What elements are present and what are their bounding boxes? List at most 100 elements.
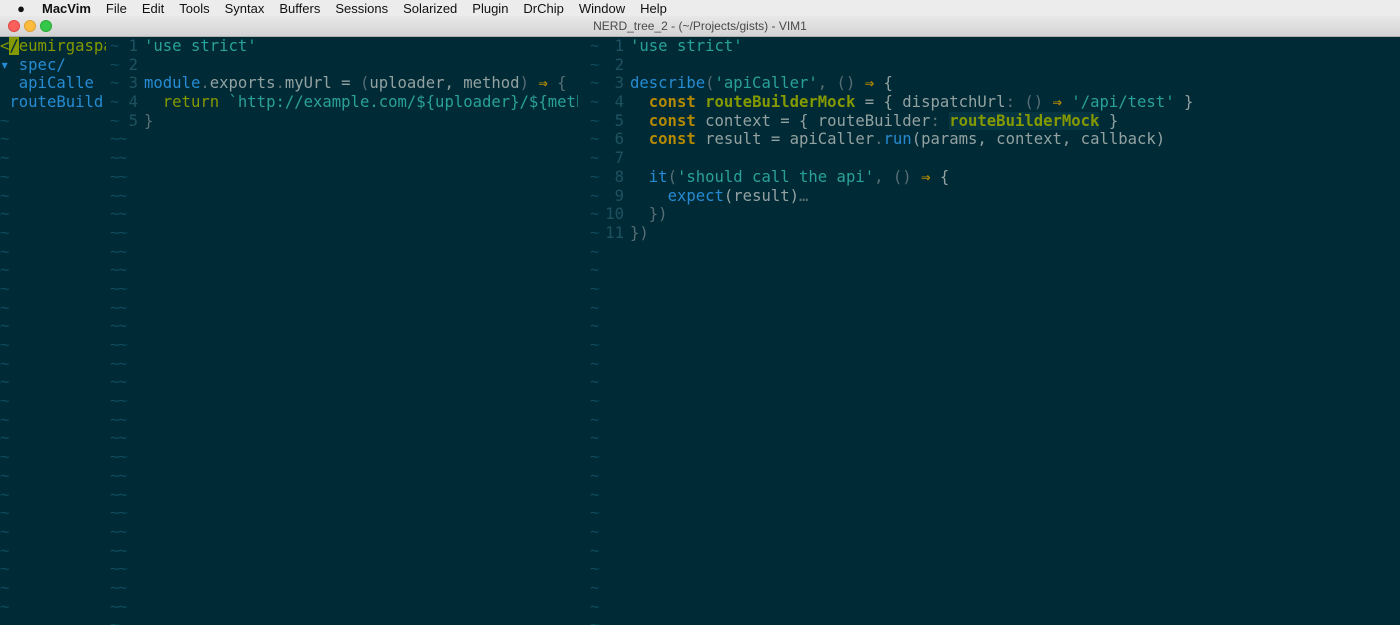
code-token: const — [648, 130, 696, 149]
nerd-tree-dir-spec[interactable]: ▾ spec/ — [0, 56, 106, 75]
code-token: ( — [359, 74, 370, 93]
window-minimize-button[interactable] — [24, 20, 36, 32]
menu-tools[interactable]: Tools — [179, 1, 209, 16]
code-line: 1 'use strict' — [118, 37, 578, 56]
empty-line-tilde: ~ — [590, 597, 600, 616]
code-line: 3 module.exports.myUrl = (uploader, metho… — [118, 74, 578, 93]
menu-file[interactable]: File — [106, 1, 127, 16]
empty-line-tilde: ~ — [0, 597, 10, 616]
code-token: routeBuilderMock — [949, 111, 1100, 130]
empty-line-tilde: ~ — [590, 466, 600, 485]
empty-line-tilde: ~ — [0, 448, 10, 467]
code-line: 9 expect(result)… — [604, 187, 1400, 206]
menu-edit[interactable]: Edit — [142, 1, 164, 16]
code-token: run — [883, 130, 912, 149]
code-token: ) — [519, 74, 529, 93]
menu-buffers[interactable]: Buffers — [279, 1, 320, 16]
code-token: '/api/test' — [1061, 93, 1175, 112]
line-number: 5 — [614, 111, 624, 130]
empty-line-tilde: ~ — [590, 298, 600, 317]
empty-line-tilde: ~ — [590, 522, 600, 541]
code-line: 11}) — [604, 224, 1400, 243]
menu-sessions[interactable]: Sessions — [335, 1, 388, 16]
nerd-tree-empty-lines: ~ ~ ~ ~ ~ ~ ~ ~ ~ ~ ~ ~ ~ ~ ~ ~ ~ ~ ~ ~ ~ ~ ~ ~ ~ ~ ~ — [0, 112, 106, 617]
window-close-button[interactable] — [8, 20, 20, 32]
window-titlebar: NERD_tree_2 - (~/Projects/gists) - VIM1 — [0, 16, 1400, 37]
empty-line-tilde: ~ — [0, 261, 10, 280]
code-token: ( — [705, 74, 715, 93]
code-token: , () — [817, 74, 865, 93]
code-token: result = apiCaller — [695, 130, 875, 149]
nerd-tree-pane[interactable]: </eumirgaspa ▾ spec/ apiCalle routeBuild… — [0, 37, 106, 625]
empty-line-tilde: ~ — [590, 448, 600, 467]
code-token: = { — [855, 93, 903, 112]
code-pane-left[interactable]: 1'use strict' 2 3 module.exports.myUrl = … — [118, 37, 578, 625]
split-separator[interactable]: ~~~~~~~~~~~~~~~~~~~~~~~~~~~~~~~~ — [590, 37, 600, 625]
code-pane-right[interactable]: 1'use strict' 2 3 describe('apiCaller', (… — [604, 37, 1400, 625]
window-zoom-button[interactable] — [40, 20, 52, 32]
code-token: const — [648, 111, 696, 130]
code-token: (params, context, callback) — [911, 130, 1166, 149]
empty-line-tilde: ~ — [0, 205, 10, 224]
code-line: 2 — [118, 56, 578, 75]
code-line: 5} — [118, 112, 578, 131]
code-token: } — [1099, 111, 1119, 130]
apple-menu-icon[interactable]: ● — [0, 1, 42, 16]
code-token: routeBuilderMock — [705, 93, 856, 112]
empty-line-tilde: ~ — [0, 336, 10, 354]
code-line: 4 return `http://example.com/${uploader}… — [118, 93, 578, 112]
code-token: . — [275, 74, 285, 93]
empty-line-tilde: ~ — [118, 597, 128, 616]
empty-line-tilde: ~ — [590, 93, 600, 112]
menu-app-name[interactable]: MacVim — [42, 1, 91, 16]
menu-syntax[interactable]: Syntax — [225, 1, 265, 16]
empty-line-tilde: ~ — [0, 130, 10, 149]
code-token: : — [930, 111, 950, 130]
code-fold-indicator[interactable]: … — [799, 187, 808, 205]
code-token: describe — [630, 74, 706, 93]
empty-line-tilde: ~ — [590, 336, 600, 354]
empty-line-tilde: ~ — [0, 522, 10, 541]
menu-drchip[interactable]: DrChip — [523, 1, 563, 16]
empty-line-tilde: ~ — [590, 186, 600, 205]
code-token: dispatchUrl — [902, 93, 1006, 112]
empty-line-tilde: ~ — [0, 541, 10, 560]
line-number: 3 — [614, 74, 624, 93]
code-token: { — [557, 74, 567, 93]
line-number: 4 — [614, 93, 624, 112]
menu-plugin[interactable]: Plugin — [472, 1, 508, 16]
nerd-tree-file-routebuilder[interactable]: routeBuild — [0, 93, 106, 112]
code-token: . — [200, 74, 210, 93]
menu-window[interactable]: Window — [579, 1, 625, 16]
empty-line-tilde: ~ — [118, 522, 128, 541]
empty-line-tilde: ~ — [0, 298, 10, 317]
line-number: 4 — [128, 93, 138, 112]
code-token: { — [930, 167, 950, 186]
code-token: (result) — [723, 186, 800, 205]
vim-editor[interactable]: </eumirgaspa ▾ spec/ apiCalle routeBuild… — [0, 37, 1400, 625]
empty-line-tilde: ~ — [0, 410, 10, 429]
menu-help[interactable]: Help — [640, 1, 667, 16]
nerd-tree-file-apicaller[interactable]: apiCalle — [0, 74, 106, 93]
empty-line-tilde: ~ — [590, 541, 600, 560]
code-token: . — [874, 130, 884, 149]
menu-solarized[interactable]: Solarized — [403, 1, 457, 16]
code-token: uploader, method — [369, 74, 520, 93]
empty-line-tilde: ~ — [118, 149, 128, 168]
empty-line-tilde: ~ — [590, 37, 600, 55]
code-token: }) — [648, 205, 668, 224]
code-token: return — [162, 93, 220, 112]
empty-line-tilde: ~ — [0, 504, 10, 523]
code-token: { — [874, 74, 893, 93]
nerd-tree-dir-label: spec/ — [18, 55, 66, 74]
cursor: / — [9, 37, 19, 55]
empty-line-tilde: ~ — [590, 616, 600, 625]
nerd-tree-root[interactable]: </eumirgaspa — [0, 37, 106, 56]
code-line: 2 — [604, 56, 1400, 75]
line-number: 1 — [614, 37, 624, 55]
code-token: myUrl — [284, 74, 332, 93]
chevron-down-icon: ▾ — [0, 55, 10, 74]
code-token: exports — [209, 74, 276, 93]
code-token: : () — [1005, 93, 1053, 112]
empty-line-tilde: ~ — [0, 111, 10, 130]
